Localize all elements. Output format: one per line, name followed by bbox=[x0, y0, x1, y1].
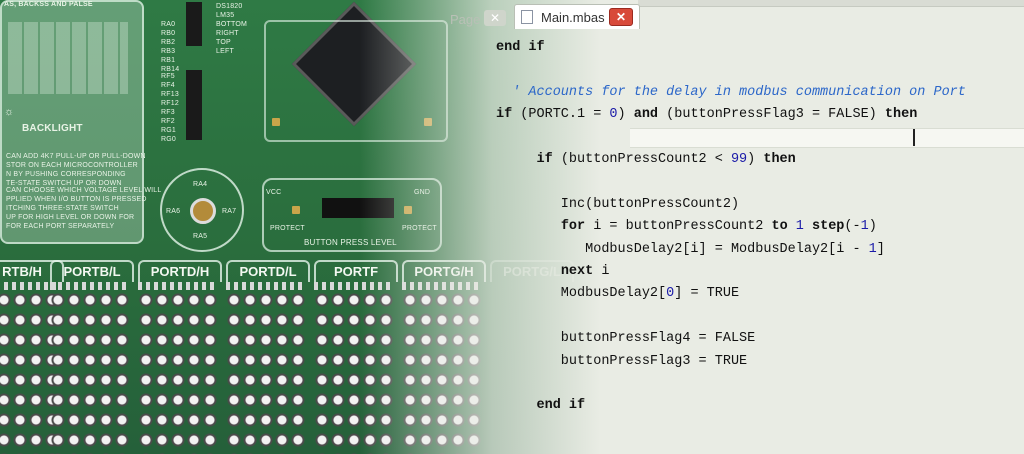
code-line[interactable]: for i = buttonPressCount2 to 1 step(-1) bbox=[496, 219, 877, 235]
led-row bbox=[50, 282, 130, 290]
push-button-grid[interactable] bbox=[402, 290, 482, 454]
code-line[interactable]: if (buttonPressCount2 < 99) then bbox=[496, 152, 796, 168]
silk-note-pullup: CAN ADD 4K7 PULL-UP OR PULL-DOWN STOR ON… bbox=[6, 153, 146, 187]
gnd-label: GND bbox=[414, 189, 431, 196]
code-line[interactable]: ModbusDelay2[0] = TRUE bbox=[496, 286, 739, 302]
dip-switch-right-labels: DS1820 LM35 BOTTOM RIGHT TOP LEFT bbox=[216, 3, 248, 55]
port-tab-rtb-h: RTB/H bbox=[0, 260, 64, 282]
led-row bbox=[314, 282, 394, 290]
tab-page-label[interactable]: Page bbox=[450, 12, 480, 27]
tab-main-label: Main.mbas bbox=[541, 10, 605, 25]
code-line[interactable]: buttonPressFlag4 = FALSE bbox=[496, 331, 755, 347]
dip-switch-1-labels: RA0 RB0 RB2 RB3 RB1 RB14 bbox=[161, 21, 180, 73]
code-line[interactable]: ' Accounts for the delay in modbus commu… bbox=[496, 85, 966, 101]
code-editor[interactable]: end if ' Accounts for the delay in modbu… bbox=[496, 30, 1024, 454]
smd-pad bbox=[404, 206, 412, 214]
smd-pad bbox=[424, 118, 432, 126]
vcc-label: VCC bbox=[266, 189, 282, 196]
code-line[interactable]: next i bbox=[496, 264, 610, 280]
mcu-card-outline bbox=[264, 20, 448, 142]
smd-pad bbox=[272, 118, 280, 126]
file-icon bbox=[521, 10, 533, 24]
microcontroller-chip bbox=[291, 1, 417, 127]
port-tab-portb-l: PORTB/L bbox=[50, 260, 134, 282]
code-line[interactable]: end if bbox=[496, 398, 586, 414]
push-button-grid[interactable] bbox=[226, 290, 306, 454]
tab-main-close-icon[interactable]: ✕ bbox=[609, 8, 633, 26]
led-row bbox=[138, 282, 218, 290]
joystick-knob[interactable] bbox=[190, 198, 216, 224]
smd-pad bbox=[292, 206, 300, 214]
silk-top-label: AS, BACKSS AND PALSE bbox=[4, 1, 93, 8]
acrylic-cover bbox=[0, 0, 144, 244]
silk-note-voltage: CAN CHOOSE WHICH VOLTAGE LEVEL WILL PPLI… bbox=[6, 187, 162, 230]
dip-switch-2[interactable] bbox=[186, 70, 202, 140]
joystick-label-down: RA5 bbox=[193, 233, 208, 240]
led-row bbox=[0, 282, 60, 290]
led-row bbox=[402, 282, 482, 290]
protect-label-left: PROTECT bbox=[270, 225, 305, 232]
joystick-label-up: RA4 bbox=[193, 181, 208, 188]
code-line[interactable]: buttonPressFlag3 = TRUE bbox=[496, 354, 747, 370]
button-press-level-label: BUTTON PRESS LEVEL bbox=[304, 238, 397, 247]
push-button-grid[interactable] bbox=[0, 290, 60, 454]
port-tab-portd-l: PORTD/L bbox=[226, 260, 310, 282]
push-button-grid[interactable] bbox=[138, 290, 218, 454]
dip-switch-2-labels: RF5 RF4 RF13 RF12 RF3 RF2 RG1 RG0 bbox=[161, 73, 179, 143]
port-tab-portg-h: PORTG/H bbox=[402, 260, 486, 282]
code-line[interactable]: if (PORTC.1 = 0) and (buttonPressFlag3 =… bbox=[496, 107, 917, 123]
code-line[interactable]: ModbusDelay2[i] = ModbusDelay2[i - 1] bbox=[496, 242, 885, 258]
port-tab-portf: PORTF bbox=[314, 260, 398, 282]
dip-switch-1[interactable] bbox=[186, 2, 202, 46]
port-tab-portd-h: PORTD/H bbox=[138, 260, 222, 282]
push-button-grid[interactable] bbox=[50, 290, 130, 454]
tab-page-close-icon[interactable]: ✕ bbox=[484, 10, 506, 26]
tab-main-mbas[interactable]: Main.mbas ✕ bbox=[514, 4, 640, 29]
button-press-dip-switch[interactable] bbox=[322, 198, 394, 218]
code-line[interactable]: Inc(buttonPressCount2) bbox=[496, 197, 739, 213]
joystick-label-right: RA7 bbox=[222, 208, 237, 215]
button-press-level-box bbox=[262, 178, 442, 252]
backlight-icon: ☼ bbox=[4, 106, 15, 118]
backlight-label: BACKLIGHT bbox=[22, 123, 83, 134]
led-row bbox=[226, 282, 306, 290]
led-label-grid bbox=[8, 22, 128, 94]
protect-label-right: PROTECT bbox=[402, 225, 437, 232]
joystick-ring bbox=[160, 168, 244, 252]
code-line[interactable]: end if bbox=[496, 40, 545, 56]
push-button-grid[interactable] bbox=[314, 290, 394, 454]
editor-top-strip bbox=[638, 0, 1024, 7]
joystick-label-left: RA6 bbox=[166, 208, 181, 215]
